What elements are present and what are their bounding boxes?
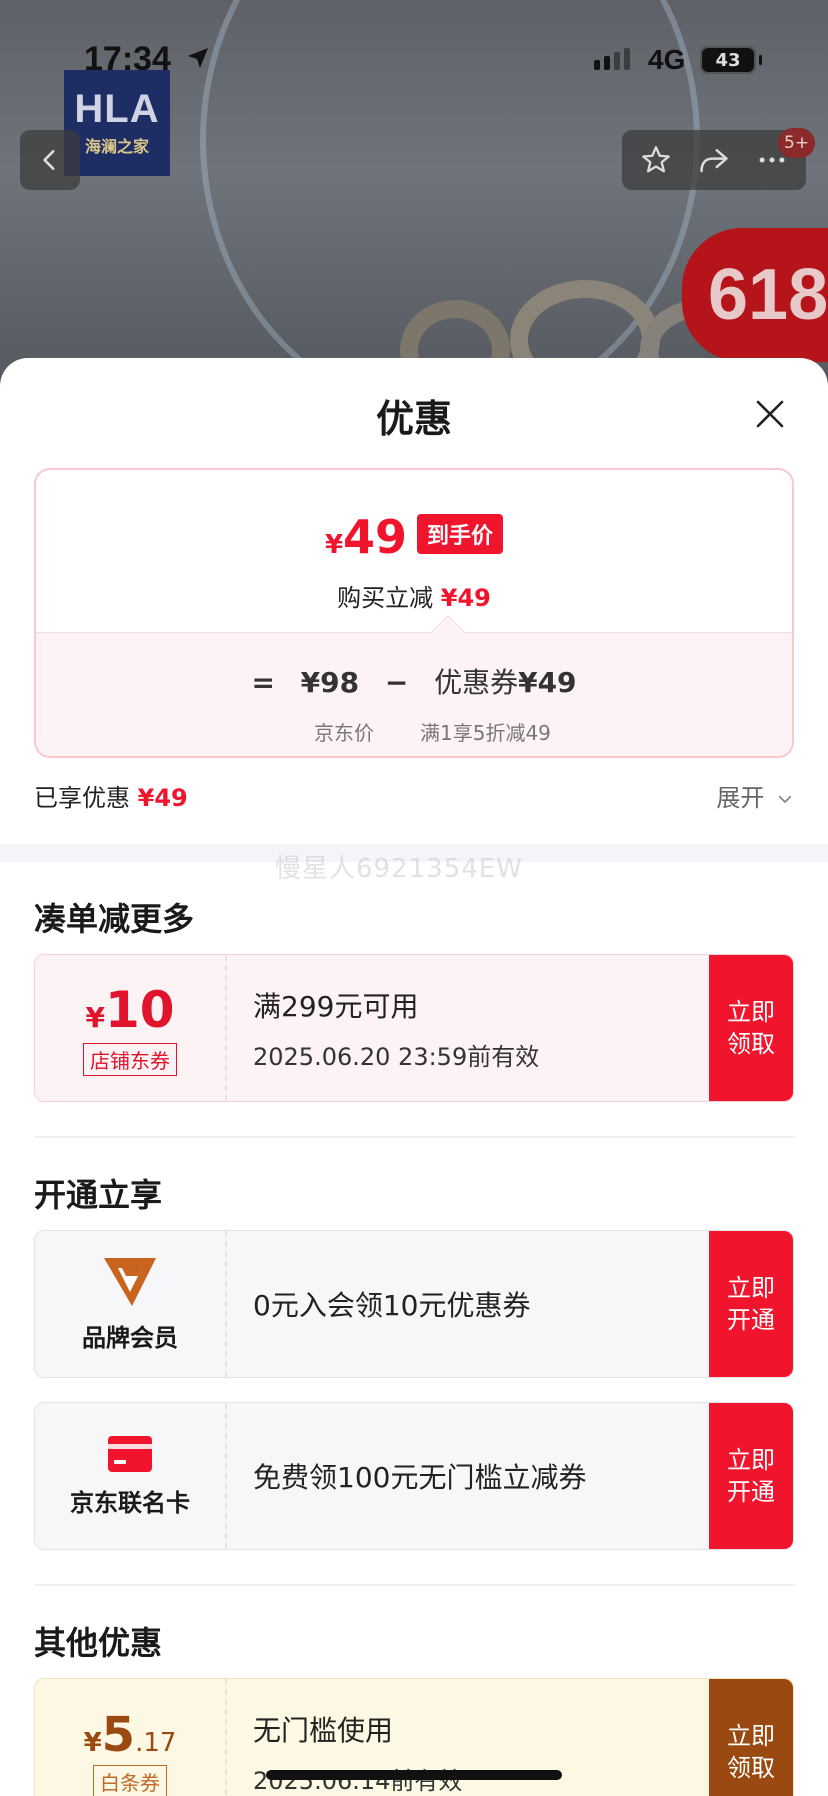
logo-text: HLA <box>74 87 160 131</box>
coupon-validity: 2025.06.20 23:59前有效 <box>253 1042 540 1071</box>
co-branded-details: 免费领100元无门槛立减券 <box>253 1403 703 1549</box>
final-price-section: ¥49 到手价 购买立减 ¥49 <box>36 470 792 632</box>
credit-card-icon <box>108 1435 152 1472</box>
coupon-amount: ¥49 <box>518 666 577 699</box>
final-price: ¥49 到手价 <box>36 510 792 564</box>
promo-618-badge: 618 <box>682 228 828 362</box>
coupon-label: 优惠券 <box>434 666 519 699</box>
brand-member-details: 0元入会领10元优惠券 <box>253 1231 703 1377</box>
brand-member-caption: 品牌会员 <box>82 1323 178 1352</box>
enjoyed-amount: ¥49 <box>137 784 188 812</box>
chevron-down-icon <box>778 795 792 803</box>
jd-price-caption: 京东价 <box>314 721 374 745</box>
final-price-tag: 到手价 <box>417 514 504 554</box>
co-branded-card: 京东联名卡 免费领100元无门槛立减券 立即开通 <box>34 1402 794 1550</box>
network-type: 4G <box>648 44 686 75</box>
co-branded-block: 京东联名卡 <box>35 1403 227 1549</box>
brand-member-card: 品牌会员 0元入会领10元优惠券 立即开通 <box>34 1230 794 1378</box>
final-price-card: ¥49 到手价 购买立减 ¥49 = ¥98 − 优惠券¥49 京东价 满1享5折… <box>34 468 794 758</box>
coupon-amount-int: 5 <box>101 1706 136 1763</box>
store-coupon-card: ¥10 店铺东券 满299元可用 2025.06.20 23:59前有效 立即领… <box>34 954 794 1102</box>
price-breakdown: = ¥98 − 优惠券¥49 京东价 满1享5折减49 <box>36 632 792 756</box>
message-count-badge: 5+ <box>778 128 816 158</box>
coupon-caption: 满1享5折减49 <box>420 721 551 745</box>
price-formula: = ¥98 − 优惠券¥49 <box>36 661 792 701</box>
instant-discount-label: 购买立减 <box>337 584 434 612</box>
section-divider <box>34 1584 794 1586</box>
currency-symbol: ¥ <box>83 1727 102 1758</box>
instant-discount-amount: ¥49 <box>440 584 491 612</box>
currency-symbol: ¥ <box>85 1000 105 1034</box>
coupon-condition: 无门槛使用 <box>253 1713 394 1747</box>
coupon-type-label: 白条券 <box>93 1764 167 1796</box>
claim-coupon-button[interactable]: 立即领取 <box>709 955 793 1101</box>
coupon-value: ¥10 <box>85 981 174 1039</box>
star-icon[interactable] <box>639 143 673 177</box>
logo-subtext: 海澜之家 <box>84 137 149 156</box>
coupon-amount: 10 <box>104 980 175 1039</box>
co-branded-desc: 免费领100元无门槛立减券 <box>253 1461 587 1494</box>
brand-member-block: 品牌会员 <box>35 1231 227 1377</box>
final-price-amount: 49 <box>343 510 408 564</box>
jd-price: ¥98 <box>300 666 360 699</box>
chevron-left-icon <box>43 150 55 170</box>
sheet-title: 优惠 <box>375 397 452 441</box>
brand-member-desc: 0元入会领10元优惠券 <box>253 1289 531 1322</box>
coupon-value: ¥5.17 <box>84 1707 177 1763</box>
equals-sign: = <box>251 666 275 699</box>
brand-member-icon <box>104 1257 156 1306</box>
open-membership-button[interactable]: 立即开通 <box>709 1231 793 1377</box>
claim-coupon-button[interactable]: 立即领取 <box>709 1679 793 1796</box>
section-title-open: 开通立享 <box>34 1176 163 1214</box>
currency-symbol: ¥ <box>324 530 344 560</box>
section-title-other: 其他优惠 <box>34 1624 163 1662</box>
discount-bottom-sheet: 优惠 ¥49 到手价 购买立减 ¥49 = ¥98 − 优惠券¥49 京东价 满1… <box>0 358 828 1796</box>
instant-discount-text: 购买立减 ¥49 <box>36 578 792 613</box>
minus-sign: − <box>384 666 409 699</box>
coupon-condition: 满299元可用 <box>253 989 419 1023</box>
enjoyed-label: 已享优惠 <box>34 784 130 812</box>
close-icon[interactable] <box>750 394 790 434</box>
location-arrow-icon <box>188 48 208 68</box>
status-bar: 17:34 4G 43 <box>0 40 828 84</box>
coupon-amount-dec: .17 <box>135 1727 177 1758</box>
share-icon[interactable] <box>696 143 732 177</box>
battery-icon: 43 <box>700 46 762 74</box>
expand-button[interactable]: 展开 <box>716 778 794 813</box>
coupon-details: 满299元可用 2025.06.20 23:59前有效 <box>253 955 703 1101</box>
back-button[interactable] <box>20 130 80 190</box>
watermark-text: 慢星人6921354EW <box>275 854 523 884</box>
coupon-type-label: 店铺东券 <box>83 1042 177 1076</box>
status-time: 17:34 <box>84 40 171 78</box>
section-title-combine: 凑单减更多 <box>34 900 195 938</box>
coupon-amount-block: ¥5.17 白条券 <box>35 1679 227 1796</box>
home-indicator <box>266 1770 562 1780</box>
enjoyed-discount-row: 已享优惠 ¥49 展开 <box>34 778 794 818</box>
cellular-signal-icon <box>594 48 630 70</box>
section-divider <box>34 1136 794 1138</box>
coupon-amount-block: ¥10 店铺东券 <box>35 955 227 1101</box>
co-branded-caption: 京东联名卡 <box>70 1488 190 1517</box>
open-card-button[interactable]: 立即开通 <box>709 1403 793 1549</box>
expand-label: 展开 <box>716 784 765 812</box>
